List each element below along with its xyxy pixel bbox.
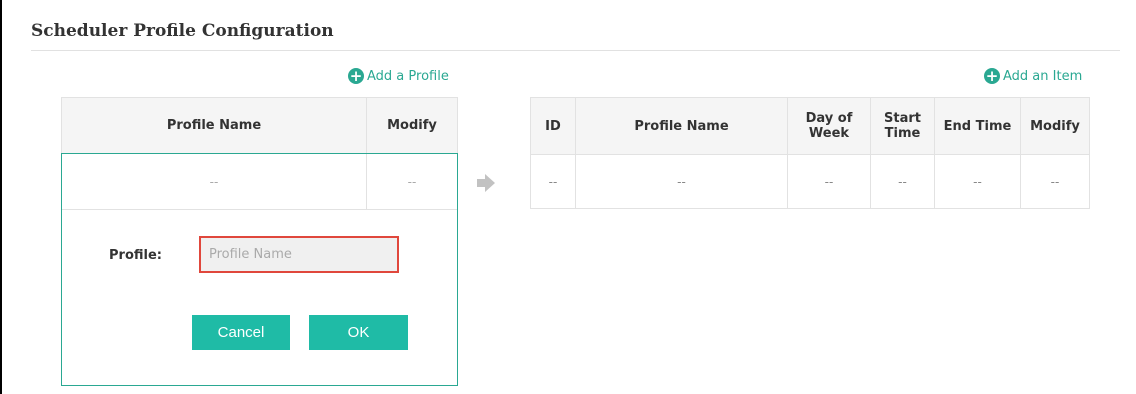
item-table: ID Profile Name Day of Week Start Time E…	[530, 97, 1090, 209]
header-end-time: End Time	[935, 98, 1021, 154]
cell-modify: --	[1050, 175, 1060, 189]
add-item-link[interactable]: + Add an Item	[984, 68, 1082, 84]
header-id: ID	[531, 98, 576, 154]
arrow-right-icon	[477, 174, 495, 192]
cell-start-time: --	[871, 155, 935, 209]
header-start-time: Start Time	[871, 98, 935, 154]
cell-modify: --	[407, 174, 417, 189]
header-day-of-week: Day of Week	[788, 98, 871, 154]
profile-table: Profile Name Modify	[61, 97, 458, 154]
ok-button[interactable]: OK	[309, 315, 408, 350]
cancel-button[interactable]: Cancel	[192, 315, 290, 350]
add-profile-label: Add a Profile	[367, 68, 449, 84]
header-profile-name: Profile Name	[576, 98, 788, 154]
cell-profile-name: --	[62, 154, 367, 209]
cell-profile-name: --	[576, 155, 788, 209]
cell-id: --	[531, 155, 576, 209]
cell-end-time: --	[935, 155, 1021, 209]
table-row: -- --	[62, 154, 457, 210]
page-title: Scheduler Profile Configuration	[31, 21, 334, 41]
profile-name-input[interactable]	[199, 236, 399, 273]
profile-edit-panel: -- -- Profile: Cancel OK	[61, 153, 458, 386]
plus-circle-icon: +	[984, 67, 1000, 85]
add-profile-link[interactable]: + Add a Profile	[348, 68, 449, 84]
header-modify: Modify	[387, 118, 437, 133]
cell-day-of-week: --	[788, 155, 871, 209]
item-table-header: ID Profile Name Day of Week Start Time E…	[531, 98, 1089, 155]
plus-circle-icon: +	[348, 67, 364, 85]
header-profile-name: Profile Name	[62, 98, 367, 153]
add-item-label: Add an Item	[1003, 68, 1083, 84]
table-row: -- -- -- -- -- --	[531, 155, 1089, 209]
title-divider	[31, 50, 1120, 51]
profile-label: Profile:	[109, 248, 162, 263]
header-modify: Modify	[1030, 118, 1080, 134]
profile-table-header: Profile Name Modify	[62, 98, 457, 154]
